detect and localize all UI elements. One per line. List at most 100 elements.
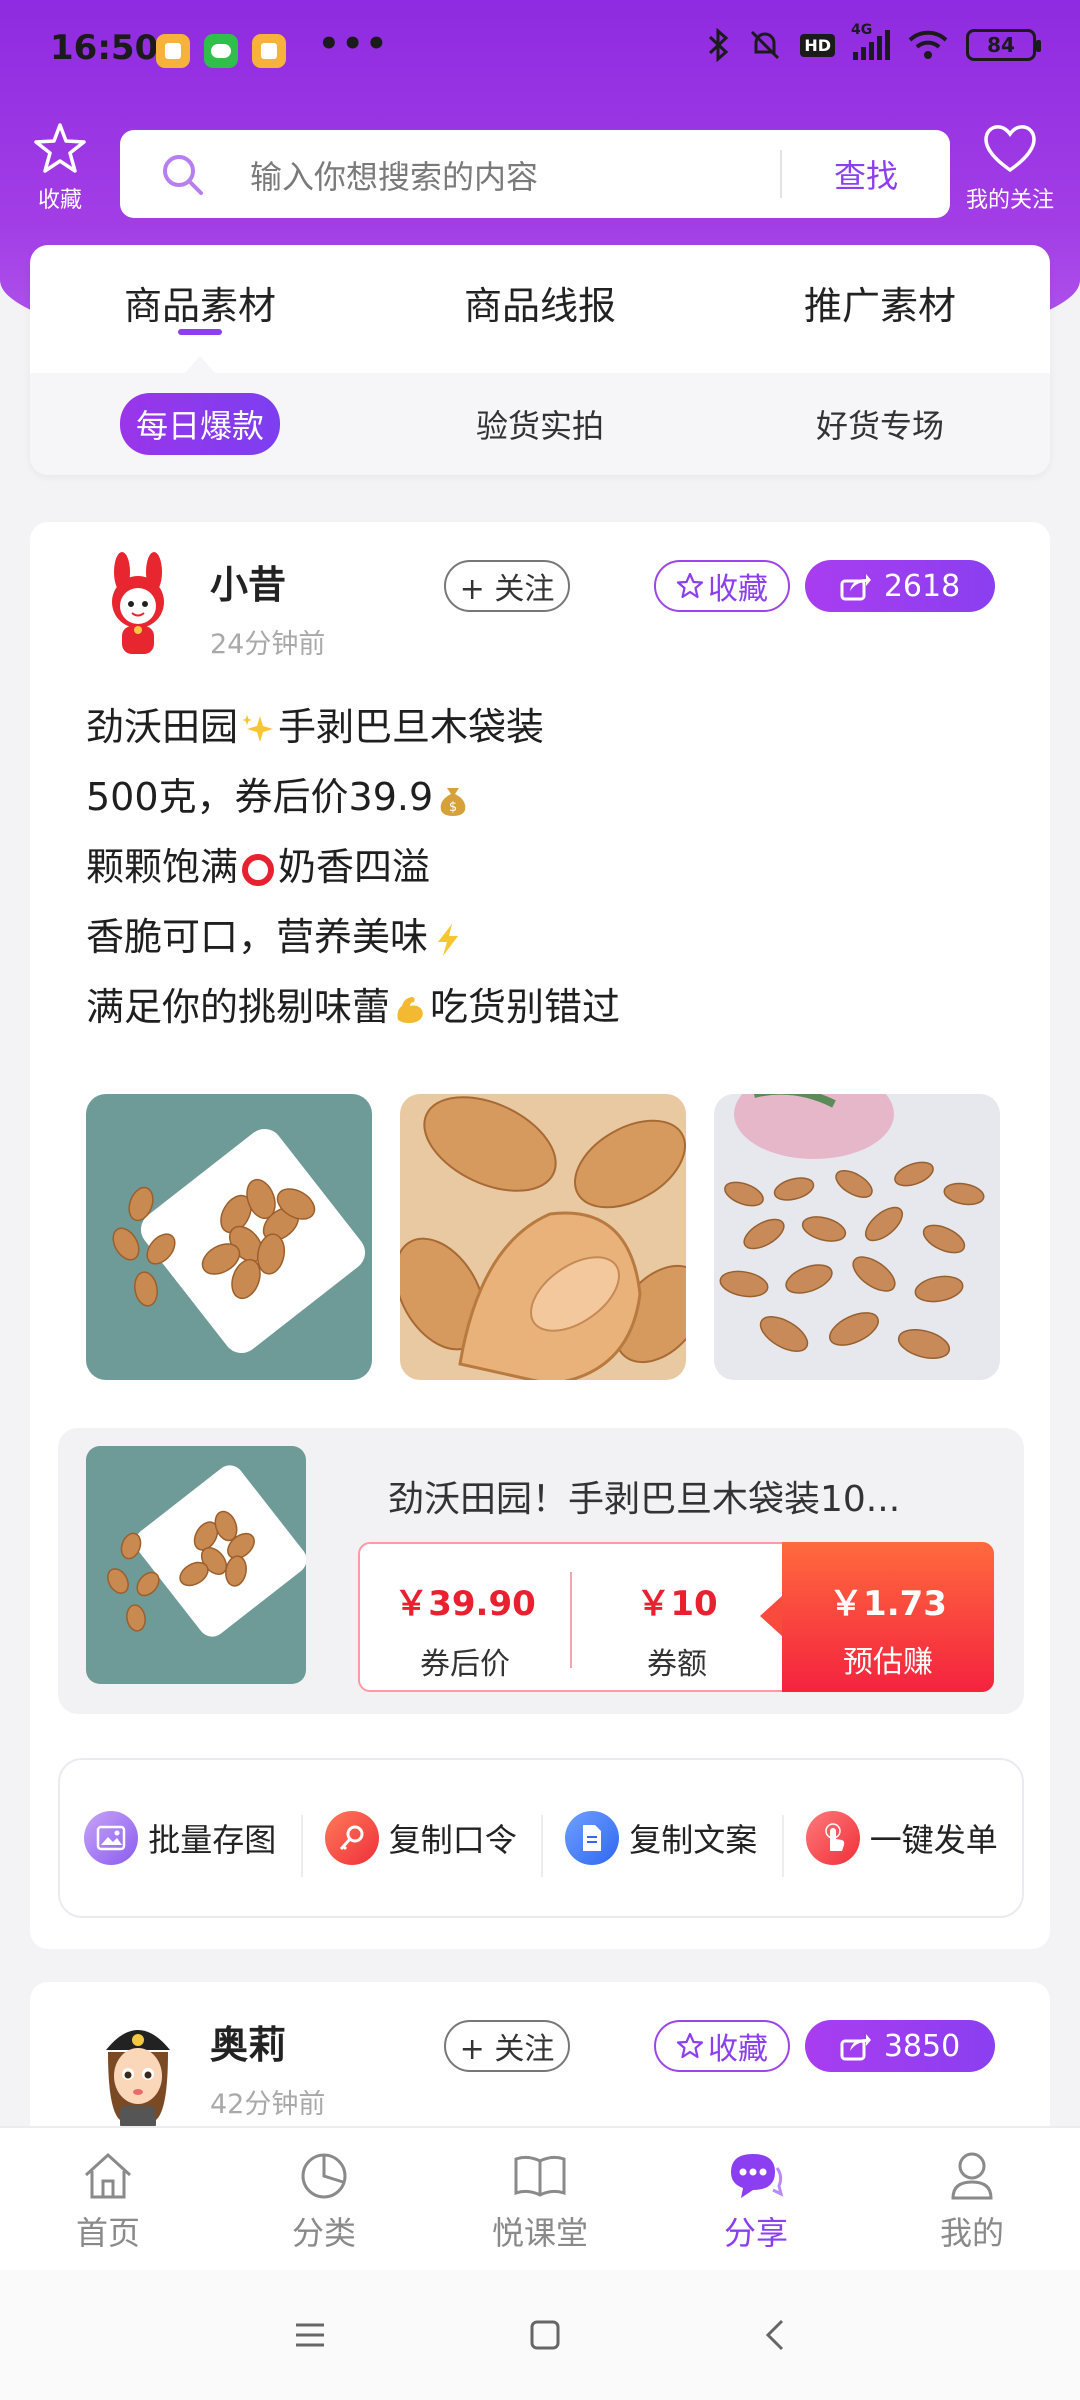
wifi-icon (908, 30, 948, 59)
subtab-inspection-photos[interactable]: 验货实拍 (370, 373, 710, 475)
menu-icon[interactable] (292, 2320, 328, 2350)
star-icon (676, 572, 704, 599)
one-click-publish-button[interactable]: 一键发单 (781, 1811, 1023, 1877)
earnings-label: 预估赚 (843, 1645, 933, 1680)
more-notifications-icon: ••• (318, 24, 390, 64)
bluetooth-icon (709, 28, 729, 62)
back-icon[interactable] (762, 2317, 788, 2353)
bottom-navigation: 首页 分类 悦课堂 分享 我的 (0, 2126, 1080, 2270)
notification-icons (156, 34, 286, 68)
nav-mine[interactable]: 我的 (864, 2128, 1080, 2270)
post-text-line: 500克，券后价39.9 $ (86, 762, 1006, 832)
follow-button[interactable]: + 关注 (444, 560, 570, 612)
nav-share[interactable]: 分享 (648, 2128, 864, 2270)
share-button[interactable]: 3850 (805, 2020, 995, 2072)
action-label: 一键发单 (869, 1821, 998, 1859)
username: 奥莉 (210, 2023, 287, 2067)
tab-promo-materials[interactable]: 推广素材 (710, 245, 1050, 373)
mute-bell-icon (751, 30, 780, 60)
nav-label: 我的 (939, 2214, 1004, 2252)
share-button[interactable]: 2618 (805, 560, 995, 612)
post-text-line: 颗颗饱满 奶香四溢 (86, 845, 431, 889)
avatar[interactable] (78, 2010, 198, 2130)
estimated-earnings[interactable]: ￥1.73 预估赚 (760, 1542, 994, 1692)
status-bar: 16:50 ••• HD 4G 84 (0, 0, 1080, 100)
caret-indicator (184, 356, 216, 374)
share-count: 2618 (883, 568, 961, 604)
nav-label: 分享 (723, 2214, 788, 2252)
post-text-line: 劲沃田园 手剥巴旦木袋装 (86, 705, 545, 749)
collect-label: 收藏 (708, 2032, 768, 2067)
product-title: 劲沃田园！手剥巴旦木袋装10... (388, 1479, 901, 1520)
category-tabs-card: 商品素材 商品线报 推广素材 每日爆款 验货实拍 好货专场 (30, 245, 1050, 475)
product-photo[interactable] (86, 1094, 372, 1380)
share-icon (840, 574, 871, 601)
key-icon (324, 1811, 379, 1865)
red-circle-icon (242, 853, 275, 886)
follow-button[interactable]: + 关注 (444, 2020, 570, 2072)
subtab-daily-hot[interactable]: 每日爆款 (30, 373, 370, 475)
chat-icon (731, 2154, 784, 2198)
hd-icon: HD (800, 33, 835, 57)
pie-icon (301, 2153, 347, 2199)
nav-label: 首页 (75, 2214, 140, 2252)
share-icon (840, 2034, 871, 2061)
product-card[interactable]: 劲沃田园！手剥巴旦木袋装10... ￥39.90 券后价 ￥10 券额 ￥1.7… (58, 1428, 1024, 1714)
coupon-amount-value: ￥10 (636, 1584, 718, 1624)
search-icon (163, 155, 203, 195)
home-icon (84, 2152, 132, 2199)
star-icon (676, 2032, 704, 2059)
subtab-label: 每日爆款 (119, 393, 280, 455)
batch-save-images-button[interactable]: 批量存图 (60, 1811, 301, 1865)
post-card: 小昔 24分钟前 + 关注 收藏 2618 劲沃田园 手剥巴旦木袋装 500克，券… (30, 522, 1050, 1949)
book-icon (514, 2155, 566, 2197)
copy-token-button[interactable]: 复制口令 (300, 1811, 542, 1877)
search-input[interactable]: 输入你想搜索的内容 (250, 152, 538, 198)
app-notification-icon (156, 34, 190, 68)
search-button[interactable]: 查找 (782, 130, 950, 218)
battery-icon: 84 (966, 29, 1041, 61)
star-icon (34, 123, 86, 173)
post-time: 24分钟前 (210, 629, 326, 660)
favorites-button[interactable]: 收藏 (0, 122, 120, 214)
post-actions: 批量存图 复制口令 复制文案 一键发单 (58, 1758, 1024, 1918)
tab-label: 商品素材 (123, 284, 276, 328)
subtab-label: 好货专场 (815, 407, 944, 445)
heart-icon (984, 125, 1036, 173)
tab-label: 推广素材 (803, 284, 956, 328)
nav-home[interactable]: 首页 (0, 2128, 216, 2270)
image-icon (84, 1811, 139, 1865)
action-label: 复制文案 (629, 1821, 758, 1859)
my-following-button[interactable]: 我的关注 (950, 122, 1070, 214)
tap-icon (805, 1811, 860, 1865)
product-thumbnail[interactable] (86, 1446, 306, 1684)
tab-product-materials[interactable]: 商品素材 (30, 245, 370, 374)
muscle-icon (397, 996, 423, 1023)
nav-classroom[interactable]: 悦课堂 (432, 2128, 648, 2270)
favorites-label: 收藏 (37, 188, 82, 213)
app-notification-icon (252, 34, 286, 68)
product-photo[interactable] (714, 1094, 1000, 1380)
coupon-amount: ￥10 券额 (572, 1544, 782, 1690)
collect-label: 收藏 (708, 572, 768, 607)
user-icon (951, 2152, 993, 2200)
home-square-icon[interactable] (528, 2318, 562, 2352)
avatar[interactable] (78, 550, 198, 670)
product-photo[interactable] (400, 1094, 686, 1380)
nav-category[interactable]: 分类 (216, 2128, 432, 2270)
tab-label: 商品线报 (463, 284, 616, 328)
my-following-label: 我的关注 (965, 188, 1054, 213)
coupon-amount-label: 券额 (647, 1647, 707, 1682)
search-bar[interactable]: 输入你想搜索的内容 查找 (120, 130, 950, 218)
status-time: 16:50 (50, 28, 159, 68)
action-label: 复制口令 (388, 1821, 517, 1859)
sparkles-icon (242, 714, 274, 742)
copy-text-button[interactable]: 复制文案 (541, 1811, 782, 1877)
nav-label: 悦课堂 (491, 2214, 588, 2252)
collect-button[interactable]: 收藏 (654, 2020, 790, 2072)
post-text-line: 满足你的挑剔味蕾 吃货别错过 (86, 985, 621, 1029)
collect-button[interactable]: 收藏 (654, 560, 790, 612)
tab-product-leads[interactable]: 商品线报 (370, 245, 710, 373)
subtab-good-deals[interactable]: 好货专场 (710, 373, 1050, 475)
coupon-price-value: ￥39.90 (394, 1584, 536, 1624)
